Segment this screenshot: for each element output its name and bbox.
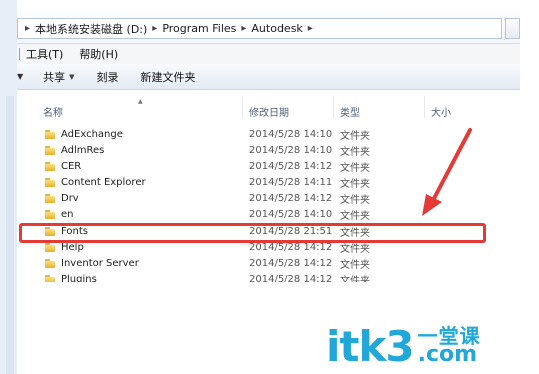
menu-divider — [19, 48, 20, 60]
file-name: Help — [61, 241, 84, 253]
file-type: 文件夹 — [340, 259, 370, 271]
breadcrumb-autodesk[interactable]: Autodesk — [251, 22, 302, 35]
file-type: 文件夹 — [340, 194, 370, 206]
folder-icon — [45, 177, 55, 187]
column-type[interactable]: 类型 — [334, 96, 425, 119]
address-bar[interactable]: ▸ 本地系统安装磁盘 (D:) ▸ Program Files ▸ Autode… — [17, 18, 502, 39]
file-type: 文件夹 — [340, 162, 370, 174]
watermark-brand: itk3 — [326, 321, 415, 371]
file-date: 2014/5/28 14:12 — [249, 241, 333, 253]
list-item[interactable]: Plugins 2014/5/28 14:12 文件夹 — [17, 271, 499, 282]
file-date: 2014/5/28 14:12 — [249, 273, 333, 283]
file-name: en — [61, 208, 74, 220]
folder-icon — [45, 193, 55, 203]
watermark-domain: .com — [417, 342, 478, 367]
highlight-box — [19, 223, 486, 243]
list-item[interactable]: Inventor Server 2014/5/28 14:12 文件夹 — [17, 255, 499, 271]
folder-icon — [45, 129, 55, 139]
sort-ascending-icon: ▲ — [138, 98, 143, 105]
new-folder-button[interactable]: 新建文件夹 — [141, 69, 196, 85]
file-date: 2014/5/28 14:12 — [249, 192, 333, 204]
share-button[interactable]: 共享 ▼ — [43, 69, 74, 85]
file-type: 文件夹 — [340, 178, 370, 190]
share-label: 共享 — [43, 70, 66, 84]
file-date: 2014/5/28 14:12 — [249, 160, 333, 172]
burn-button[interactable]: 刻录 — [97, 69, 119, 85]
file-name: AdlmRes — [61, 144, 105, 156]
folder-icon — [45, 161, 55, 171]
column-headers: ▲ 名称 修改日期 类型 大小 — [17, 96, 499, 119]
file-date: 2014/5/28 14:12 — [249, 257, 333, 269]
folder-icon — [45, 258, 55, 268]
chevron-right-icon[interactable]: ▸ — [25, 23, 30, 34]
chevron-down-icon: ▼ — [69, 72, 75, 81]
column-size[interactable]: 大小 — [425, 96, 499, 119]
file-date: 2014/5/28 14:11 — [249, 176, 333, 188]
command-bar: ▼ 共享 ▼ 刻录 新建文件夹 — [17, 64, 520, 90]
breadcrumb-drive[interactable]: 本地系统安装磁盘 (D:) — [35, 21, 147, 37]
breadcrumb-program-files[interactable]: Program Files — [162, 22, 236, 35]
file-name: Inventor Server — [61, 257, 139, 269]
folder-icon — [45, 145, 55, 155]
file-type: 文件夹 — [340, 146, 370, 158]
file-type: 文件夹 — [340, 275, 370, 283]
file-name: Plugins — [61, 273, 97, 283]
menu-bar: 工具(T) 帮助(H) — [17, 44, 520, 64]
left-edge — [0, 0, 17, 374]
file-type: 文件夹 — [340, 130, 370, 142]
burn-label: 刻录 — [96, 70, 119, 84]
file-type: 文件夹 — [340, 210, 370, 222]
red-arrow-icon — [422, 128, 472, 216]
file-date: 2014/5/28 14:10 — [249, 144, 333, 156]
address-dropdown-button[interactable] — [505, 18, 520, 39]
explorer-window: ▸ 本地系统安装磁盘 (D:) ▸ Program Files ▸ Autode… — [0, 0, 539, 374]
column-date[interactable]: 修改日期 — [243, 96, 334, 119]
file-name: CER — [61, 160, 82, 172]
file-name: Content Explorer — [61, 176, 146, 188]
chevron-right-icon[interactable]: ▸ — [152, 23, 157, 34]
folder-icon — [45, 209, 55, 219]
new-folder-label: 新建文件夹 — [140, 70, 196, 84]
organize-caret-icon[interactable]: ▼ — [17, 72, 23, 81]
folder-icon — [45, 274, 55, 282]
address-bar-area: ▸ 本地系统安装磁盘 (D:) ▸ Program Files ▸ Autode… — [17, 6, 520, 44]
menu-help[interactable]: 帮助(H) — [79, 46, 118, 62]
folder-icon — [45, 242, 55, 252]
file-date: 2014/5/28 14:10 — [249, 128, 333, 140]
chevron-right-icon[interactable]: ▸ — [241, 23, 246, 34]
column-name[interactable]: ▲ 名称 — [17, 96, 243, 119]
file-name: Drv — [61, 192, 79, 204]
file-date: 2014/5/28 14:10 — [249, 208, 333, 220]
menu-tools[interactable]: 工具(T) — [26, 46, 63, 62]
chevron-right-icon[interactable]: ▸ — [308, 23, 313, 34]
watermark-logo: itk3 一堂课 .com — [326, 321, 481, 371]
file-name: AdExchange — [61, 128, 123, 140]
